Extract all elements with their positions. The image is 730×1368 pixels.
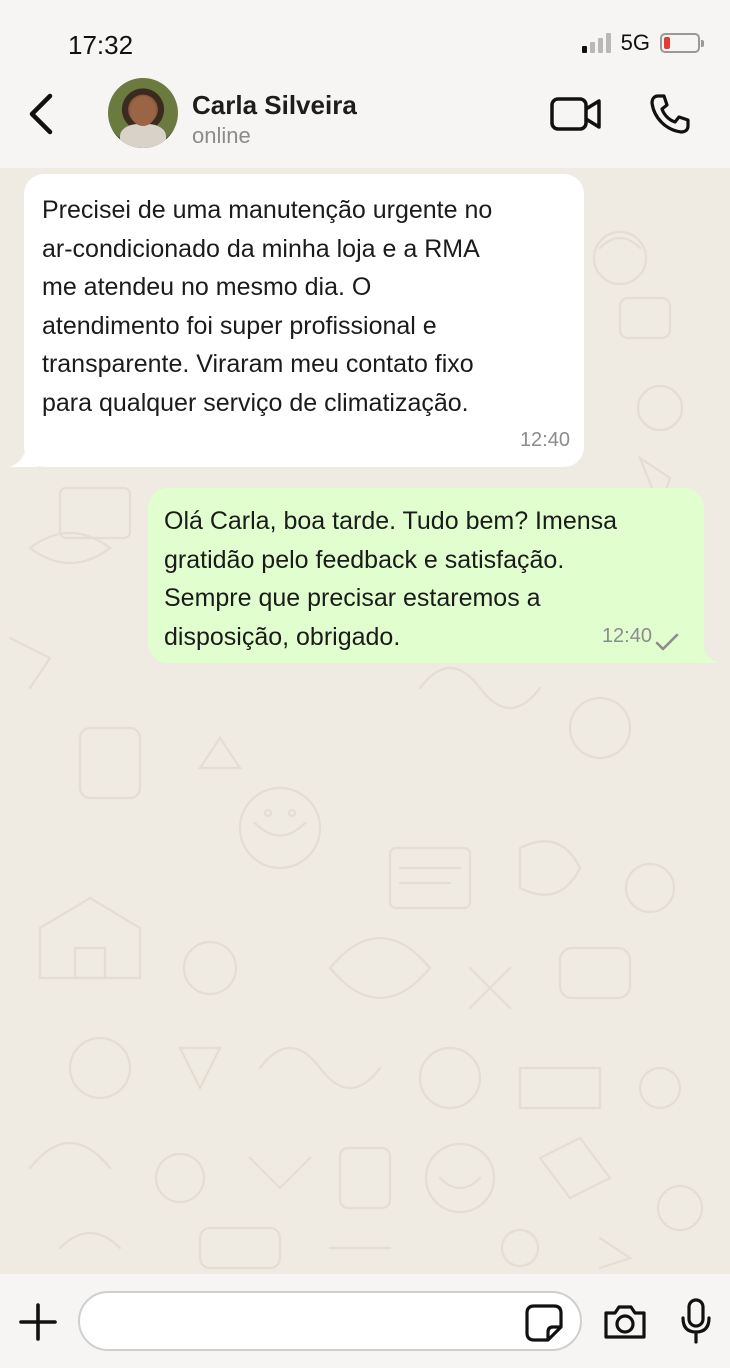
- bubble-tail: [10, 447, 38, 467]
- microphone-icon: [681, 1298, 711, 1344]
- message-bubble-incoming[interactable]: Precisei de uma manutenção urgente no ar…: [10, 174, 584, 467]
- status-time: 17:32: [68, 30, 134, 60]
- camera-button[interactable]: [602, 1304, 648, 1340]
- video-call-icon: [550, 97, 601, 131]
- voice-call-button[interactable]: [648, 92, 692, 136]
- status-indicators: 5G: [581, 30, 704, 56]
- signal-icon: [581, 33, 611, 53]
- chat-header: Carla Silveira online: [0, 78, 730, 168]
- chat-area[interactable]: Precisei de uma manutenção urgente no ar…: [0, 168, 730, 1274]
- sticker-button[interactable]: [524, 1303, 564, 1343]
- sticker-icon: [525, 1304, 563, 1342]
- contact-status: online: [192, 123, 251, 148]
- sent-check-icon: [655, 633, 679, 651]
- attach-button[interactable]: [18, 1302, 58, 1342]
- message-input[interactable]: [78, 1291, 582, 1351]
- microphone-button[interactable]: [680, 1298, 712, 1344]
- network-label: 5G: [620, 30, 650, 55]
- message-time: 12:40: [519, 428, 570, 451]
- back-button[interactable]: [24, 92, 64, 136]
- back-arrow-icon: [29, 93, 53, 135]
- bubble-tail: [690, 643, 718, 663]
- message-time: 12:40: [601, 624, 652, 647]
- message-text: Precisei de uma manutenção urgente no ar…: [42, 196, 493, 417]
- camera-icon: [604, 1305, 646, 1339]
- status-bar: 17:32 5G: [0, 0, 730, 78]
- battery-icon: [660, 33, 704, 53]
- contact-name[interactable]: Carla Silveira: [192, 90, 357, 121]
- message-bubble-outgoing[interactable]: Olá Carla, boa tarde. Tudo bem? Imensa g…: [148, 488, 718, 663]
- composer-bar: [0, 1274, 730, 1368]
- video-call-button[interactable]: [550, 96, 602, 132]
- plus-icon: [19, 1303, 57, 1341]
- phone-call-icon: [650, 94, 690, 134]
- avatar[interactable]: [108, 78, 178, 148]
